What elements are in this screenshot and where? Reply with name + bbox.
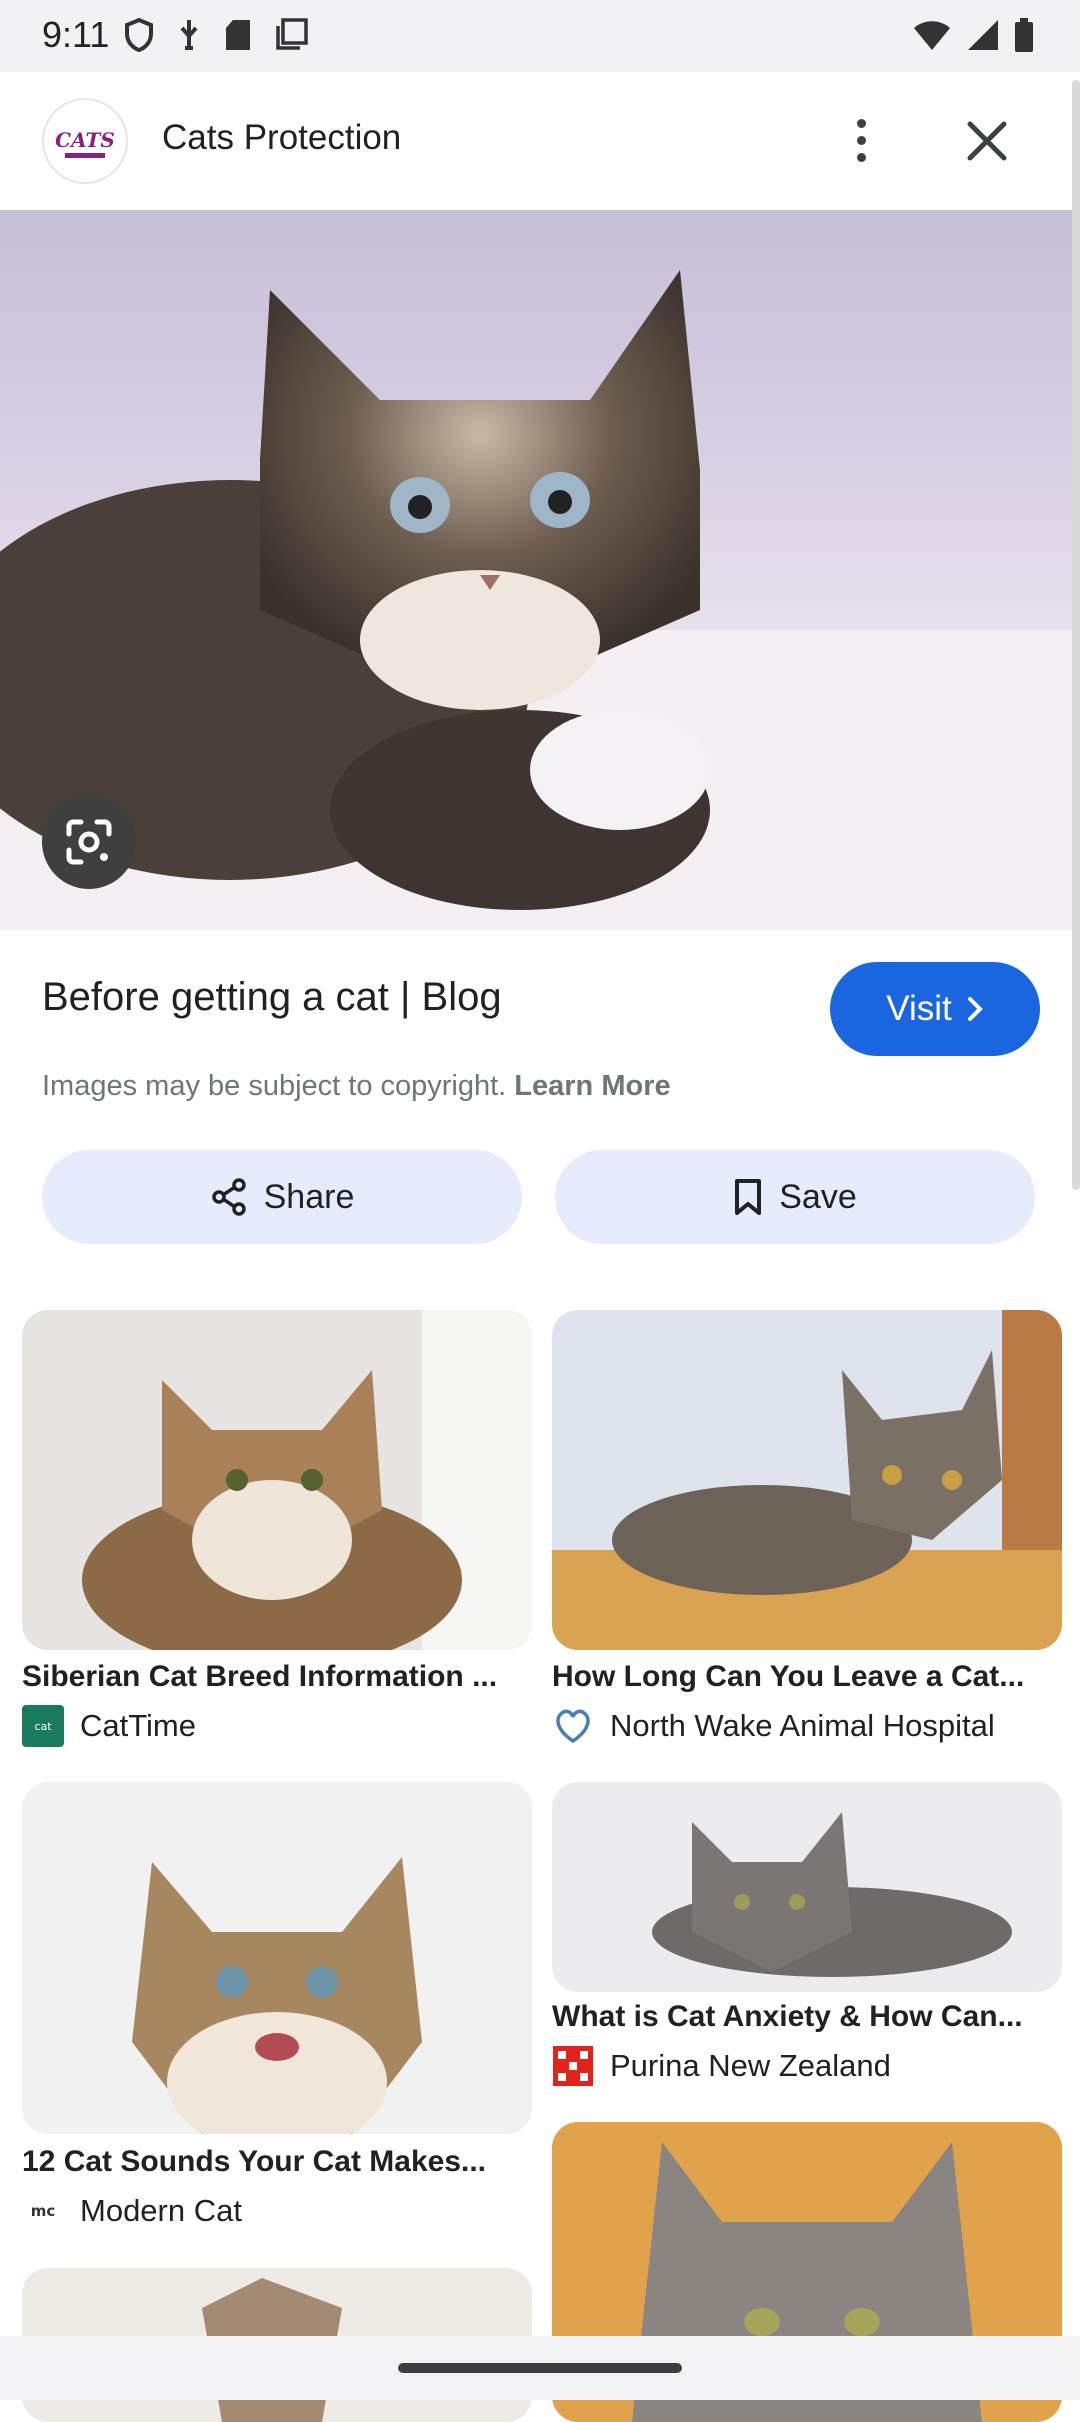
cats-protection-logo-icon: CATS (55, 128, 115, 158)
more-vert-icon-dot (856, 152, 866, 162)
learn-more-link[interactable]: Learn More (514, 1070, 670, 1102)
close-icon[interactable] (960, 114, 1014, 168)
save-button[interactable]: Save (555, 1150, 1035, 1244)
related-source-4[interactable]: Purina New Zealand (552, 2045, 891, 2087)
related-image-4[interactable] (552, 1782, 1062, 1992)
copyright-notice: Images may be subject to copyright. Lear… (42, 1070, 671, 1103)
svg-text:mc: mc (31, 2202, 56, 2220)
result-title[interactable]: Before getting a cat | Blog (42, 975, 502, 1020)
source-name: North Wake Animal Hospital (610, 1708, 995, 1743)
main-image[interactable] (0, 210, 1080, 930)
related-title-2[interactable]: How Long Can You Leave a Cat... (552, 1660, 1072, 1694)
share-label: Share (263, 1177, 355, 1216)
more-options-button[interactable] (838, 110, 884, 170)
north-wake-logo-icon (552, 1705, 594, 1747)
related-title-3[interactable]: 12 Cat Sounds Your Cat Makes... (22, 2145, 542, 2179)
share-button[interactable]: Share (42, 1150, 522, 1244)
related-title-4[interactable]: What is Cat Anxiety & How Can... (552, 2000, 1072, 2034)
copy-icon (276, 18, 308, 50)
viewer-header: CATS Cats Protection (0, 72, 1080, 210)
wifi-icon (914, 21, 950, 50)
site-logo: CATS (42, 98, 128, 184)
svg-text:cat: cat (34, 1720, 52, 1733)
usb-icon (180, 20, 198, 50)
bookmark-icon (735, 1179, 762, 1215)
save-label: Save (779, 1177, 857, 1216)
purina-logo-icon (552, 2045, 594, 2087)
chevron-right-icon (967, 997, 983, 1021)
cattime-icon: cat (22, 1705, 64, 1747)
related-image-1[interactable] (22, 1310, 532, 1650)
home-gesture-handle[interactable] (398, 2363, 682, 2373)
more-vert-icon-dot (856, 135, 866, 145)
kitten-meowing-image (132, 1857, 422, 2134)
source-name: CatTime (80, 1708, 196, 1743)
more-vert-icon (856, 118, 866, 128)
cattime-logo-icon: cat (34, 1720, 52, 1733)
share-icon (211, 1178, 246, 1216)
site-name: Cats Protection (162, 118, 402, 157)
modern-cat-logo-icon: mc (22, 2190, 64, 2232)
scrollbar[interactable] (1072, 80, 1080, 1190)
related-source-2[interactable]: North Wake Animal Hospital (552, 1705, 995, 1747)
signal-icon (968, 20, 998, 50)
source-name: Purina New Zealand (610, 2048, 891, 2083)
status-time: 9:11 (42, 14, 110, 55)
related-image-2[interactable] (552, 1310, 1062, 1650)
shield-icon (125, 18, 153, 52)
status-bar: 9:11 (0, 0, 1080, 72)
siberian-cat-image (82, 1310, 532, 1650)
kitten-image (0, 270, 1080, 930)
related-image-3[interactable] (22, 1782, 532, 2134)
battery-icon (1015, 18, 1033, 52)
related-source-3[interactable]: mc Modern Cat (22, 2190, 242, 2232)
visit-button[interactable]: Visit (830, 962, 1040, 1056)
copyright-text: Images may be subject to copyright. (42, 1070, 507, 1102)
google-lens-icon (66, 819, 112, 865)
related-source-1[interactable]: cat CatTime (22, 1705, 196, 1747)
grey-cat-lying-image (652, 1812, 1012, 1977)
source-name: Modern Cat (80, 2193, 242, 2228)
notification-icons (124, 18, 308, 52)
lens-search-button[interactable] (42, 795, 136, 889)
sd-card-icon (226, 20, 250, 50)
related-title-1[interactable]: Siberian Cat Breed Information ... (22, 1660, 542, 1694)
visit-label: Visit (886, 989, 952, 1028)
svg-text:CATS: CATS (55, 128, 115, 152)
system-icons (912, 18, 1034, 52)
tabby-cat-image (552, 1310, 1062, 1650)
